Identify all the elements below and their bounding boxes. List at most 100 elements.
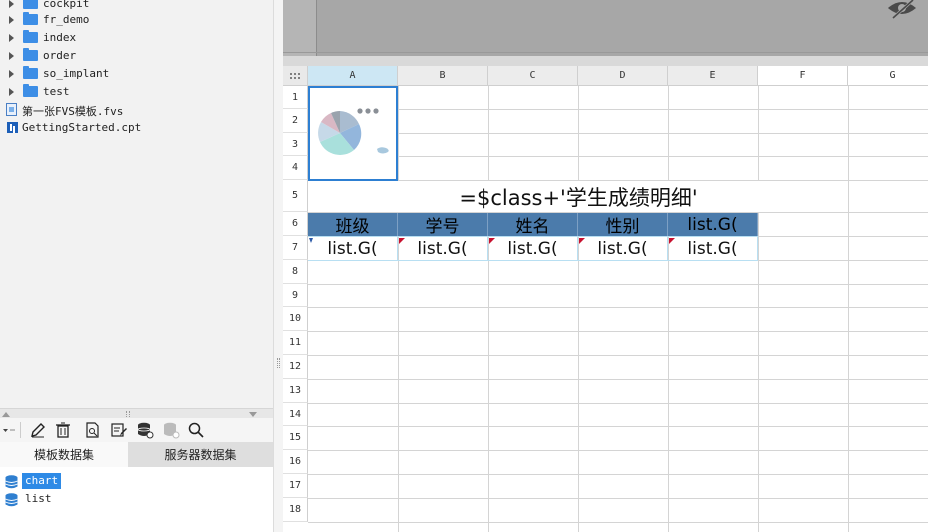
data-cell[interactable]: list.G( [398, 236, 488, 261]
edit-icon[interactable] [29, 421, 47, 439]
tree-folder-label: order [43, 49, 77, 62]
panel-splitter[interactable] [0, 408, 273, 418]
header-cell-gender[interactable]: 性别 [578, 213, 668, 236]
header-cell-list-g[interactable]: list.G( [668, 213, 758, 236]
edit-dataset-icon[interactable] [110, 421, 128, 439]
dropdown-arrow-icon[interactable] [0, 421, 15, 439]
data-cell[interactable]: list.G( [308, 236, 398, 261]
tree-file-fvs[interactable]: 第一张FVS模板.fvs [0, 101, 273, 119]
grid-line [308, 331, 928, 332]
tree-file-cpt[interactable]: GettingStarted.cpt [0, 119, 273, 137]
toolbar-divider [20, 422, 21, 438]
dataset-label: chart [22, 473, 62, 489]
column-header-a[interactable]: A [308, 66, 398, 86]
row-header-1[interactable]: 1 [283, 86, 308, 109]
row-header-6[interactable]: 6 [283, 212, 308, 236]
row-header-12[interactable]: 12 [283, 355, 308, 379]
row-header-15[interactable]: 15 [283, 426, 308, 450]
row-header-10[interactable]: 10 [283, 307, 308, 331]
row-header-18[interactable]: 18 [283, 498, 308, 522]
dataset-toolbar [0, 418, 273, 442]
data-cell[interactable]: list.G( [668, 236, 758, 261]
dataset-item-chart[interactable]: chart [0, 473, 273, 491]
column-header-f[interactable]: F [758, 66, 848, 86]
column-header-e[interactable]: E [668, 66, 758, 86]
eye-hidden-icon[interactable] [885, 0, 919, 22]
spreadsheet-grid[interactable]: A B C D E F G 1 2 3 4 5 6 7 8 9 10 11 12… [283, 66, 928, 532]
cell-flag-icon [669, 238, 675, 244]
row-header-16[interactable]: 16 [283, 450, 308, 474]
grid-line [308, 522, 928, 523]
data-cell[interactable]: list.G( [578, 236, 668, 261]
preview-icon[interactable] [84, 421, 102, 439]
tree-folder-label: cockpit [43, 0, 90, 10]
column-header-g[interactable]: G [848, 66, 928, 86]
grid-line [308, 426, 928, 427]
expand-arrow-icon[interactable] [9, 0, 14, 8]
folder-icon [23, 84, 38, 97]
row-header-8[interactable]: 8 [283, 260, 308, 284]
preview-ruler [316, 0, 317, 56]
tree-folder-label: fr_demo [43, 13, 90, 26]
data-cell-text: list.G( [597, 238, 648, 259]
design-preview-area [283, 0, 928, 56]
tree-folder-so-implant[interactable]: so_implant [0, 65, 273, 83]
row-header-4[interactable]: 4 [283, 156, 308, 180]
row-header-3[interactable]: 3 [283, 133, 308, 156]
tree-folder-label: test [43, 85, 70, 98]
collapse-up-icon[interactable] [2, 412, 10, 417]
row-header-13[interactable]: 13 [283, 379, 308, 403]
file-tree: cockpit fr_demo index order so_implant t… [0, 0, 273, 408]
grid-line [668, 86, 669, 532]
column-header-b[interactable]: B [398, 66, 488, 86]
expand-arrow-icon[interactable] [9, 34, 14, 42]
tab-server-dataset[interactable]: 服务器数据集 [128, 442, 273, 467]
select-all-corner[interactable] [283, 66, 308, 86]
search-icon[interactable] [187, 421, 205, 439]
header-cell-class[interactable]: 班级 [308, 213, 398, 236]
database-icon[interactable] [136, 421, 154, 439]
row-header-17[interactable]: 17 [283, 474, 308, 498]
grid-line [488, 86, 489, 532]
tree-folder-index[interactable]: index [0, 29, 273, 47]
collapse-down-icon[interactable] [249, 412, 257, 417]
expand-arrow-icon[interactable] [9, 52, 14, 60]
folder-icon [23, 66, 38, 79]
header-cell-student-id[interactable]: 学号 [398, 213, 488, 236]
column-header-d[interactable]: D [578, 66, 668, 86]
row-header-14[interactable]: 14 [283, 403, 308, 426]
cpt-file-icon [7, 122, 18, 133]
pie-chart-icon [310, 88, 396, 179]
row-header-9[interactable]: 9 [283, 284, 308, 307]
tree-folder-test[interactable]: test [0, 83, 273, 101]
grid-line [308, 355, 928, 356]
chart-cell[interactable] [308, 86, 398, 181]
tab-template-dataset[interactable]: 模板数据集 [0, 442, 128, 467]
row-header-5[interactable]: 5 [283, 180, 308, 212]
data-cell[interactable]: list.G( [488, 236, 578, 261]
delete-icon[interactable] [54, 421, 72, 439]
dataset-item-list[interactable]: list [0, 491, 273, 509]
preview-margin [283, 0, 316, 56]
expand-arrow-icon[interactable] [9, 70, 14, 78]
grip-icon [277, 358, 280, 368]
row-header-11[interactable]: 11 [283, 331, 308, 355]
folder-icon [23, 48, 38, 61]
cell-flag-icon [399, 238, 405, 244]
report-title-cell[interactable]: =$class+'学生成绩明细' [309, 181, 848, 212]
row-header-7[interactable]: 7 [283, 236, 308, 260]
tree-file-label: GettingStarted.cpt [22, 121, 142, 134]
grid-line [758, 86, 759, 532]
expand-arrow-icon[interactable] [9, 88, 14, 96]
grid-line [308, 379, 928, 380]
panel-divider[interactable] [273, 0, 283, 532]
tree-folder-label: so_implant [43, 67, 110, 80]
column-header-c[interactable]: C [488, 66, 578, 86]
header-cell-name[interactable]: 姓名 [488, 213, 578, 236]
expand-arrow-icon[interactable] [9, 16, 14, 24]
tree-folder-order[interactable]: order [0, 47, 273, 65]
tree-folder-fr-demo[interactable]: fr_demo [0, 11, 273, 29]
dataset-list: chart list [0, 467, 273, 532]
row-header-2[interactable]: 2 [283, 109, 308, 133]
grid-line [308, 450, 928, 451]
